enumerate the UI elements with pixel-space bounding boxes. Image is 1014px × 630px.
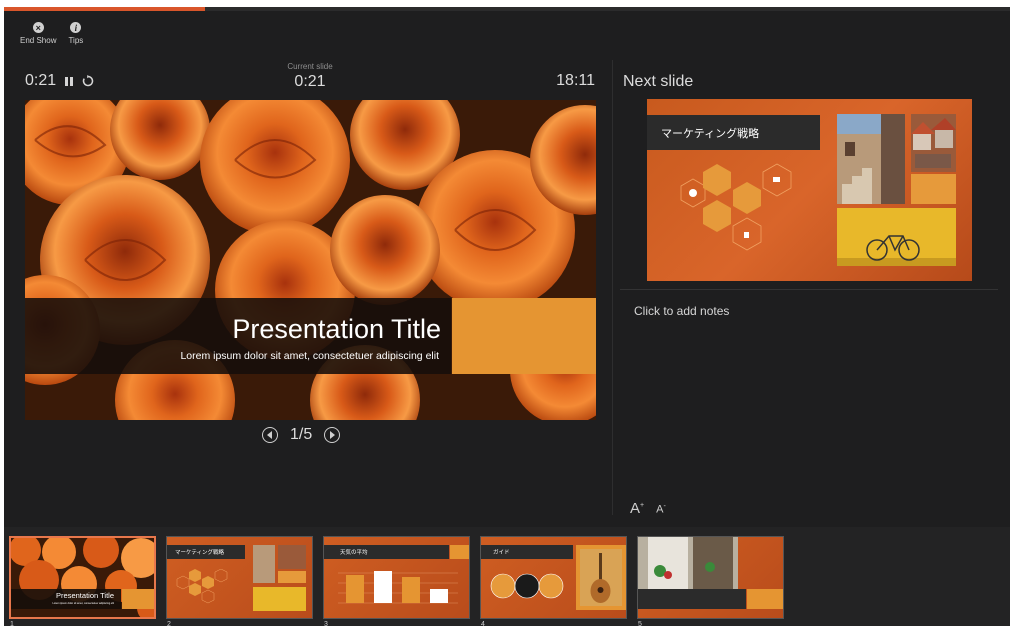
rooftops-image: [911, 114, 956, 172]
next-slide-orange-block: [911, 174, 956, 204]
thumbnail-photo: [253, 587, 306, 611]
presentation-subtitle: Lorem ipsum dolor sit amet, consectetuer…: [180, 350, 439, 362]
thumbnail-accent-block: [747, 589, 783, 609]
thumbnail-subtitle: Lorem ipsum dolor sit amet, consectetuer…: [52, 602, 114, 605]
slide-thumbnail-1[interactable]: Presentation Title Lorem ipsum dolor sit…: [9, 536, 156, 619]
presentation-progress-bar: [4, 7, 1010, 11]
thumbnail-number: 4: [481, 621, 485, 628]
notes-divider: [620, 289, 998, 290]
toolbar: × End Show i Tips: [20, 22, 83, 45]
slide-navigation: 1/5: [262, 426, 341, 444]
thumbnail-title: ガイド: [493, 550, 510, 556]
slide-thumbnail-5[interactable]: [637, 536, 784, 619]
pause-icon: [70, 76, 74, 86]
reset-icon: [82, 75, 94, 87]
title-accent-block: [452, 298, 596, 374]
next-slide-title: マーケティング戦略: [661, 128, 760, 140]
thumbnail-number: 3: [324, 621, 328, 628]
next-slide-button[interactable]: [324, 427, 341, 443]
thumbnail-circles: [490, 573, 564, 599]
elapsed-timer: 0:21: [25, 72, 94, 90]
thumbnail-photo: [278, 571, 306, 583]
end-show-button[interactable]: × End Show: [20, 22, 56, 45]
elapsed-time: 0:21: [25, 72, 57, 89]
hexagon-diagram: [680, 163, 792, 251]
bicycle-image: [837, 208, 956, 266]
font-size-controls: A+ A-: [630, 500, 666, 517]
pause-button[interactable]: [65, 76, 74, 86]
thumbnail-title: Presentation Title: [56, 591, 114, 600]
tips-label: Tips: [68, 36, 84, 45]
thumbnail-hexagons: [176, 569, 228, 604]
info-icon: i: [70, 22, 82, 33]
street-stairs-image: [837, 114, 905, 204]
thumbnail-title-band: [638, 589, 746, 609]
thumbnail-title: マーケティング戦略: [175, 550, 225, 556]
presentation-title: Presentation Title: [232, 314, 441, 344]
next-slide-title-bar: マーケティング戦略: [647, 115, 820, 150]
slide-counter: 1/5: [290, 426, 313, 443]
progress-fill: [4, 7, 206, 11]
close-circle-icon: ×: [32, 22, 44, 33]
plus-icon: +: [640, 502, 645, 509]
thumbnail-title: 天気の平均: [340, 550, 368, 556]
clock-time: 18:11: [556, 72, 595, 89]
thumbnail-accent-block: [450, 545, 469, 559]
increase-font-button[interactable]: A+: [630, 500, 644, 517]
title-band: Presentation Title Lorem ipsum dolor sit…: [25, 298, 451, 374]
thumbnail-number: 2: [167, 621, 171, 628]
thumbnail-number: 5: [638, 621, 642, 628]
minus-icon: -: [663, 503, 666, 511]
current-slide-time: 0:21: [294, 73, 326, 90]
current-slide-timer: Current slide 0:21: [25, 62, 595, 91]
slide-thumbnail-3[interactable]: 天気の平均: [323, 536, 470, 619]
speaker-notes-field[interactable]: Click to add notes: [634, 304, 729, 318]
thumbnail-bar-chart: [338, 571, 458, 604]
previous-slide-button[interactable]: [262, 427, 278, 443]
timer-row: Current slide 0:21 0:21 18:11: [25, 62, 595, 98]
thumbnail-guitar-image: [576, 545, 626, 610]
pause-icon: [65, 76, 69, 86]
current-slide-preview: Presentation Title Lorem ipsum dolor sit…: [25, 100, 596, 420]
next-slide-label: Next slide: [623, 73, 694, 90]
increase-font-label: A: [630, 500, 641, 517]
tips-button[interactable]: i Tips: [68, 22, 83, 45]
next-slide-preview[interactable]: マーケティング戦略: [647, 99, 972, 281]
thumbnail-accent-block: [122, 589, 154, 609]
thumbnail-photo: [278, 545, 306, 569]
thumbnail-window-image: [638, 537, 738, 589]
previous-arrow-icon: [267, 431, 272, 439]
next-arrow-icon: [330, 431, 336, 439]
pane-divider: [612, 60, 613, 515]
current-slide-label: Current slide: [287, 62, 333, 71]
slide-thumbnail-2[interactable]: マーケティング戦略: [166, 536, 313, 619]
thumbnail-number: 1: [10, 621, 14, 628]
slide-thumbnail-4[interactable]: ガイド: [480, 536, 627, 619]
reset-timer-button[interactable]: [82, 75, 94, 87]
end-show-label: End Show: [20, 36, 57, 45]
thumbnail-photo: [253, 545, 275, 583]
decrease-font-button[interactable]: A-: [656, 503, 666, 516]
